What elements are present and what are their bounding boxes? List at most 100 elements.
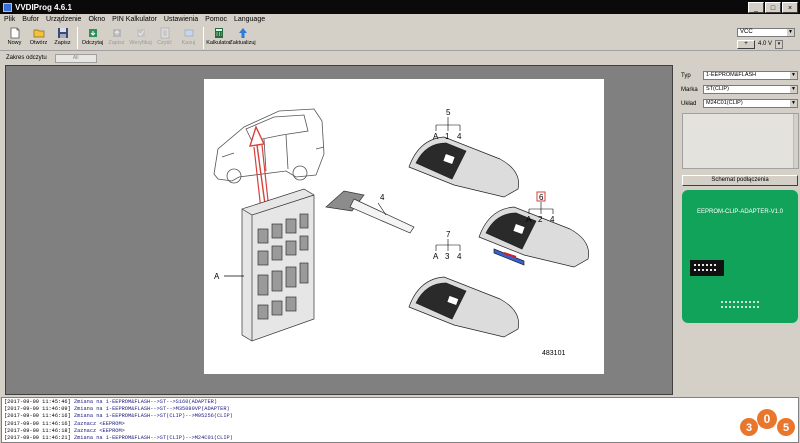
chip-select-panel: Typ 1-EEPROM&FLASH ▼ Marka ST(CLIP) ▼ Uk… — [677, 65, 800, 395]
close-button[interactable]: × — [782, 1, 798, 13]
menu-settings[interactable]: Ustawienia — [164, 16, 198, 23]
type-select[interactable]: 1-EEPROM&FLASH ▼ — [703, 71, 798, 80]
save-button-label: Zapisz — [54, 40, 71, 46]
update-arrow-icon — [238, 28, 247, 38]
new-button[interactable]: Nowy — [3, 25, 26, 50]
write-button[interactable]: Zapisz — [105, 25, 128, 50]
clear-icon — [184, 29, 193, 37]
read-range-field[interactable]: All — [54, 53, 97, 63]
log-entry: [2017-09-09 11:46:09] Zmiana na 1-EEPROM… — [4, 406, 796, 413]
read-chip-icon — [88, 29, 97, 37]
erase-icon — [160, 27, 169, 39]
erase-button-label: Czyść — [157, 40, 172, 46]
log-time: [2017-09-09 11:46:18] — [4, 427, 71, 434]
menu-bar: Plik Bufor Urządzenie Okno PIN Kalkulato… — [0, 14, 800, 25]
callout-label: A — [433, 252, 439, 261]
menu-file[interactable]: Plik — [4, 16, 15, 23]
read-range-row: Zakres odczytu All — [0, 52, 800, 64]
log-entry: [2017-09-09 11:46:16] Zaznacz <EEPROM> — [4, 421, 796, 428]
calculator-button-label: Kalkulator — [206, 40, 231, 46]
brand-label: Marka — [681, 86, 698, 93]
key-blade — [325, 190, 415, 234]
minimize-button[interactable]: _ — [748, 1, 764, 13]
log-text: Zaznacz <EEPROM> — [73, 420, 125, 427]
menu-window[interactable]: Okno — [88, 16, 105, 23]
control-unit — [241, 188, 315, 342]
chip-value: M24C01(CLIP) — [706, 100, 743, 106]
power-source-value: VCC — [740, 29, 753, 35]
clear-button-label: Kasuj — [181, 40, 196, 46]
watermark-digit: 3 — [746, 422, 752, 434]
brand-select[interactable]: ST(CLIP) ▼ — [703, 85, 798, 94]
save-disk-icon — [57, 28, 68, 38]
log-time: [2017-09-09 11:46:16] — [4, 413, 71, 420]
brand-row: Marka ST(CLIP) ▼ — [681, 85, 800, 94]
update-button-label: Zaktualizuj — [229, 40, 256, 46]
clear-button[interactable]: Kasuj — [177, 25, 200, 50]
open-button-label: Otwórz — [29, 40, 48, 46]
chip-row: Układ M24C01(CLIP) ▼ — [681, 99, 800, 108]
menu-buffer[interactable]: Bufor — [22, 16, 39, 23]
log-entry: [2017-09-09 11:46:21] Zmiana na 1-EEPROM… — [4, 435, 796, 442]
callout-label: 6 — [539, 193, 544, 202]
verify-button-label: Weryfikuj — [129, 40, 152, 46]
callout-label: A — [433, 132, 439, 141]
key-diagram-picture: A 4 5 A 1 4 6 A 2 4 7 A 3 4 483101 — [204, 79, 604, 374]
write-button-label: Zapisz — [108, 40, 125, 46]
write-chip-icon — [112, 29, 121, 37]
callout-label: 4 — [380, 193, 385, 202]
menu-language[interactable]: Language — [234, 16, 265, 23]
key-diagram-illustration: A 4 5 A 1 4 6 A 2 4 7 A 3 4 483101 — [213, 108, 589, 357]
calculator-button[interactable]: Kalkulator — [206, 25, 231, 50]
log-entry: [2017-09-09 11:46:16] Zmiana na 1-EEPROM… — [4, 413, 796, 420]
read-button-label: Odczytaj — [81, 40, 104, 46]
info-scrollbar[interactable] — [793, 114, 798, 168]
menu-pin-calculator[interactable]: PIN Kalkulator — [112, 16, 157, 23]
verify-button[interactable]: Weryfikuj — [129, 25, 152, 50]
read-button[interactable]: Odczytaj — [81, 25, 104, 50]
chip-select[interactable]: M24C01(CLIP) ▼ — [703, 99, 798, 108]
title-bar: VVDIProg 4.6.1 _ □ × — [0, 0, 800, 14]
figure-number: 483101 — [542, 350, 565, 357]
log-text: Zmiana na 1-EEPROM&FLASH-->ST-->S160(ADA… — [73, 399, 217, 405]
voltage-plus-button[interactable]: + — [737, 39, 755, 49]
log-panel[interactable]: [2017-09-09 11:45:46] Zmiana na 1-EEPROM… — [1, 397, 799, 443]
watermark-digit: 5 — [783, 422, 789, 434]
save-button[interactable]: Zapisz — [51, 25, 74, 50]
voltage-control: + 4.0 V ▾ — [737, 39, 783, 49]
callout-label: 1 — [445, 132, 450, 141]
key-fob-1 — [408, 136, 519, 198]
maximize-button[interactable]: □ — [765, 1, 781, 13]
car-outline — [213, 108, 325, 184]
chip-picture-viewer: A 4 5 A 1 4 6 A 2 4 7 A 3 4 483101 — [5, 65, 673, 395]
voltage-spin-button[interactable]: ▾ — [775, 39, 783, 49]
callout-label: A — [526, 215, 532, 224]
new-file-icon — [10, 27, 19, 39]
toolbar: Nowy Otwórz Zapisz Odczytaj Zapisz Weryf… — [0, 25, 800, 51]
chevron-down-icon: ▼ — [790, 86, 797, 93]
callout-label: 5 — [446, 108, 451, 117]
window-title: VVDIProg 4.6.1 — [15, 2, 72, 12]
log-time: [2017-09-09 11:46:16] — [4, 420, 71, 427]
toolbar-separator — [77, 27, 78, 49]
callout-label: 4 — [550, 215, 555, 224]
log-text: Zmiana na 1-EEPROM&FLASH-->ST(CLIP)-->M2… — [73, 435, 233, 442]
open-button[interactable]: Otwórz — [27, 25, 50, 50]
menu-device[interactable]: Urządzenie — [46, 16, 81, 23]
menu-help[interactable]: Pomoc — [205, 16, 227, 23]
open-folder-icon — [33, 29, 44, 38]
chip-info-box[interactable] — [682, 113, 799, 169]
watermark-digit: 0 — [764, 412, 771, 426]
read-range-label: Zakres odczytu — [6, 55, 47, 61]
update-button[interactable]: Zaktualizuj — [229, 25, 256, 50]
log-text: Zaznacz <EEPROM> — [73, 427, 125, 434]
log-entry: [2017-09-09 11:45:46] Zmiana na 1-EEPROM… — [4, 399, 796, 406]
toolbar-separator — [203, 27, 204, 49]
schematic-button[interactable]: Schemat podłączenia — [682, 175, 798, 186]
type-value: 1-EEPROM&FLASH — [706, 72, 757, 78]
power-source-select[interactable]: VCC ▼ — [737, 28, 795, 37]
watermark-logo: 3 0 5 — [740, 409, 795, 436]
calculator-icon — [214, 28, 223, 38]
erase-button[interactable]: Czyść — [153, 25, 176, 50]
chevron-down-icon: ▼ — [790, 100, 797, 107]
